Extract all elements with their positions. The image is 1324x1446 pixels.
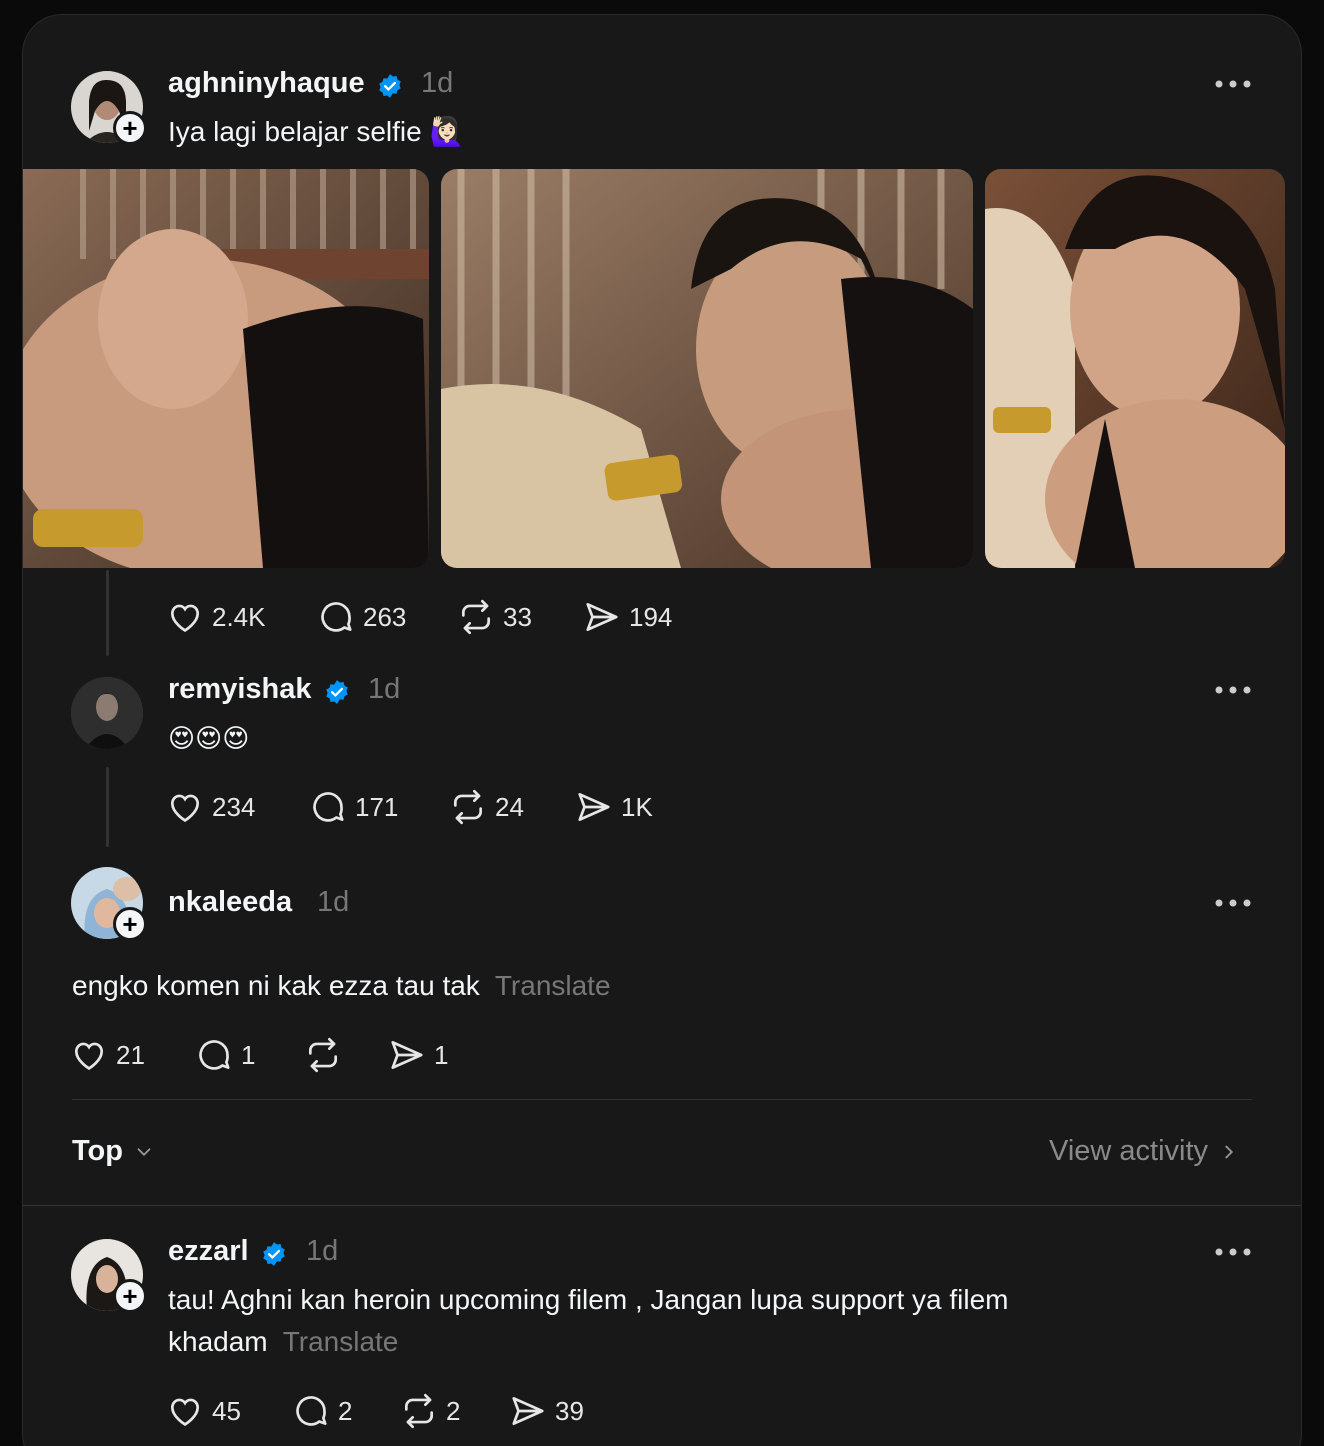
repost-icon — [461, 599, 491, 635]
post-time: 1d — [421, 67, 454, 99]
translate-link[interactable]: Translate — [495, 970, 611, 1001]
comment-icon — [313, 792, 344, 822]
repost-button[interactable]: 2 — [400, 1392, 460, 1430]
reply-text-row: engko komen ni kak ezza tau tak Translat… — [72, 965, 611, 1007]
comment-text: tau! Aghni kan heroin upcoming filem , J… — [168, 1284, 1009, 1315]
comment-time: 1d — [306, 1235, 339, 1267]
reply-count: 171 — [355, 791, 399, 822]
share-count: 194 — [629, 601, 673, 632]
thread-card: + aghninyhaque 1d Iya lagi belajar selfi… — [22, 14, 1302, 1446]
thread-line — [106, 767, 109, 847]
repost-count: 24 — [495, 791, 524, 822]
share-button[interactable]: 1 — [388, 1036, 448, 1074]
comment-icon — [199, 1040, 230, 1070]
follow-plus-icon[interactable]: + — [113, 111, 147, 145]
share-button[interactable]: 194 — [583, 598, 672, 636]
send-icon — [512, 1396, 544, 1426]
comment-text-row-2: khadam Translate — [168, 1321, 398, 1363]
reply-button[interactable]: 263 — [317, 598, 406, 636]
post-photo-3[interactable] — [985, 169, 1285, 568]
share-count: 1K — [621, 791, 653, 822]
share-count: 39 — [555, 1395, 584, 1426]
repost-button[interactable]: 33 — [457, 598, 532, 636]
comment-icon — [321, 602, 352, 632]
sort-dropdown[interactable]: Top — [72, 1135, 155, 1168]
comment-icon — [296, 1396, 327, 1426]
heart-icon — [170, 794, 200, 823]
section-divider — [23, 1205, 1301, 1206]
reply-count: 1 — [241, 1039, 256, 1070]
reply-username[interactable]: remyishak — [168, 673, 312, 706]
repost-button[interactable] — [304, 1036, 350, 1074]
post-text: Iya lagi belajar selfie 🙋🏻‍♀️ — [168, 116, 465, 147]
like-count: 234 — [212, 791, 256, 822]
reply-time: 1d — [317, 886, 350, 918]
like-count: 21 — [116, 1039, 145, 1070]
reply-time: 1d — [368, 673, 401, 705]
reply-text: engko komen ni kak ezza tau tak — [72, 970, 480, 1001]
verified-badge-icon — [326, 680, 348, 704]
reply-username[interactable]: nkaleeda — [168, 886, 292, 919]
share-button[interactable]: 1K — [575, 788, 653, 826]
send-icon — [578, 792, 610, 822]
verified-badge-icon — [263, 1242, 285, 1266]
heart-icon — [170, 604, 200, 633]
follow-plus-icon[interactable]: + — [113, 907, 147, 941]
repost-icon — [308, 1037, 338, 1073]
reply-count: 263 — [363, 601, 407, 632]
more-options-icon[interactable] — [1215, 1248, 1251, 1256]
divider — [72, 1099, 1252, 1100]
like-count: 2.4K — [212, 601, 266, 632]
post-username[interactable]: aghninyhaque — [168, 67, 365, 100]
thread-line — [106, 570, 109, 656]
reply-count: 2 — [338, 1395, 353, 1426]
sort-label: Top — [72, 1135, 123, 1167]
avatar[interactable] — [71, 677, 143, 749]
like-button[interactable]: 45 — [166, 1392, 241, 1430]
reply-text: 😍😍😍 — [168, 723, 250, 753]
post-photo-2[interactable] — [441, 169, 973, 568]
view-activity-label: View activity — [1049, 1135, 1209, 1167]
comment-text-continued: khadam — [168, 1326, 268, 1357]
follow-plus-icon[interactable]: + — [113, 1279, 147, 1313]
more-options-icon[interactable] — [1215, 80, 1251, 88]
reply-button[interactable]: 171 — [309, 788, 398, 826]
more-options-icon[interactable] — [1215, 686, 1251, 694]
repost-count: 2 — [446, 1395, 461, 1426]
chevron-down-icon — [137, 1147, 151, 1156]
reply-button[interactable]: 1 — [195, 1036, 255, 1074]
post-photo-1[interactable] — [23, 169, 429, 568]
repost-icon — [453, 789, 483, 825]
repost-button[interactable]: 24 — [449, 788, 524, 826]
like-count: 45 — [212, 1395, 241, 1426]
reply-button[interactable]: 2 — [292, 1392, 352, 1430]
heart-icon — [74, 1042, 104, 1071]
repost-count: 33 — [503, 601, 532, 632]
more-options-icon[interactable] — [1215, 899, 1251, 907]
share-count: 1 — [434, 1039, 449, 1070]
view-activity-link[interactable]: View activity — [1049, 1135, 1240, 1168]
comment-username[interactable]: ezzarl — [168, 1235, 249, 1268]
like-button[interactable]: 2.4K — [166, 598, 266, 636]
repost-icon — [404, 1393, 434, 1429]
verified-badge-icon — [379, 74, 401, 98]
like-button[interactable]: 21 — [70, 1036, 145, 1074]
send-icon — [391, 1040, 423, 1070]
translate-link[interactable]: Translate — [283, 1326, 399, 1357]
share-button[interactable]: 39 — [509, 1392, 584, 1430]
chevron-right-icon — [1225, 1145, 1234, 1158]
heart-icon — [170, 1398, 200, 1427]
send-icon — [586, 602, 618, 632]
like-button[interactable]: 234 — [166, 788, 255, 826]
